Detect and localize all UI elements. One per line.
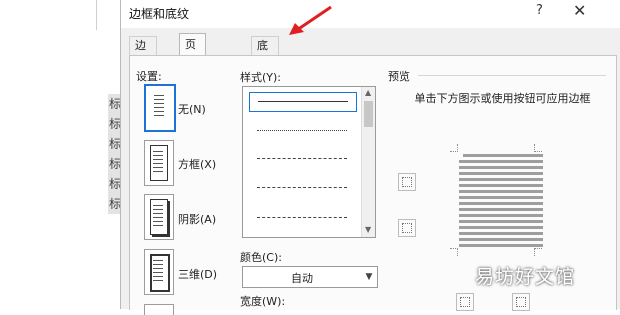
dialog-title: 边框和底纹	[129, 7, 190, 21]
color-select[interactable]: 自动 ▼	[242, 266, 378, 288]
setting-none-label[interactable]: 无(N)	[178, 101, 206, 117]
tab-shading[interactable]: 底纹(S)	[251, 36, 279, 88]
tab-page-border[interactable]: 页面边框(P)	[179, 33, 207, 135]
border-top-button[interactable]	[398, 173, 416, 191]
help-button[interactable]: ?	[536, 3, 543, 18]
annotation-arrow	[289, 5, 332, 35]
setting-custom-icon[interactable]	[144, 304, 174, 315]
border-left-button[interactable]	[456, 293, 474, 311]
scroll-up-icon[interactable]: ▲	[365, 88, 371, 97]
preview-label: 预览	[388, 70, 410, 83]
tab-borders[interactable]: 边框(B)	[129, 36, 158, 88]
watermark: 易坊好文馆	[475, 266, 576, 288]
setting-3d-icon[interactable]	[144, 249, 174, 295]
border-bottom-button[interactable]	[398, 219, 416, 237]
preview-hint: 单击下方图示或使用按钮可应用边框	[414, 92, 591, 105]
style-item-solid[interactable]	[249, 92, 357, 112]
dialog-titlebar: 边框和底纹 ? ✕	[121, 0, 620, 28]
document-page-edge	[96, 0, 97, 30]
chevron-down-icon[interactable]: ▼	[361, 267, 377, 287]
style-item-dashed[interactable]	[249, 179, 355, 197]
style-item-fine-dashed[interactable]	[249, 150, 355, 168]
width-label: 宽度(W):	[240, 295, 286, 308]
close-button[interactable]: ✕	[573, 1, 586, 20]
color-value: 自动	[291, 272, 313, 285]
setting-shadow-label[interactable]: 阴影(A)	[178, 211, 216, 227]
style-list[interactable]: ▲ ▼	[242, 86, 376, 238]
setting-box-icon[interactable]	[144, 140, 174, 186]
color-label: 颜色(C):	[240, 251, 282, 264]
preview-page[interactable]	[450, 144, 543, 256]
scroll-down-icon[interactable]: ▼	[365, 225, 371, 234]
setting-box-label[interactable]: 方框(X)	[178, 156, 216, 172]
style-item-dotted[interactable]	[249, 122, 355, 140]
setting-3d-label[interactable]: 三维(D)	[178, 266, 217, 282]
scrollbar-thumb[interactable]	[364, 101, 373, 127]
style-label: 样式(Y):	[240, 71, 282, 84]
border-right-button[interactable]	[512, 293, 530, 311]
settings-label: 设置:	[136, 70, 162, 83]
style-list-scrollbar[interactable]: ▲ ▼	[361, 87, 375, 237]
setting-none-icon[interactable]	[144, 84, 176, 132]
style-item-long-dashed[interactable]	[249, 209, 355, 227]
setting-shadow-icon[interactable]	[144, 194, 174, 240]
preview-divider	[418, 75, 606, 76]
